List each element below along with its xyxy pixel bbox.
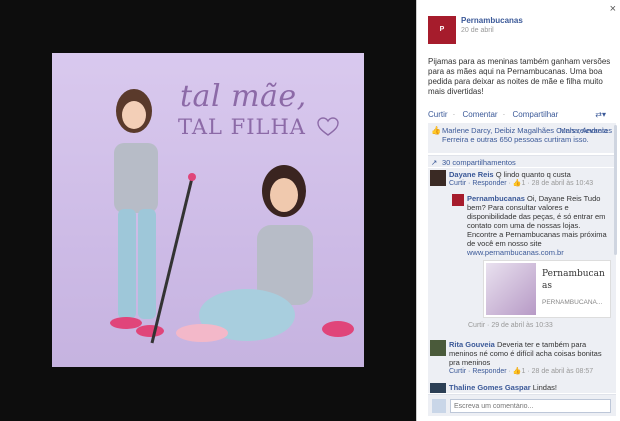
close-icon[interactable]: × — [610, 3, 616, 15]
comment-author[interactable]: Dayane Reis — [449, 170, 494, 179]
link-preview-card[interactable]: Pernambucan as PERNAMBUCANA... — [483, 260, 611, 318]
post-text: Pijamas para as meninas também ganham ve… — [428, 57, 611, 96]
avatar[interactable] — [430, 170, 446, 186]
avatar — [432, 399, 446, 413]
comment-link[interactable]: www.pernambucanas.com.br — [467, 248, 612, 257]
avatar[interactable] — [430, 383, 446, 393]
comment-item: Thaline Gomes Gaspar Lindas! — [430, 383, 610, 393]
post-date[interactable]: 20 de abril — [461, 27, 494, 34]
thumbs-up-icon: 👍 — [431, 126, 441, 135]
separator-dot: · — [452, 110, 456, 119]
link-preview-image — [486, 263, 536, 315]
comment-author[interactable]: Pernambucanas — [467, 194, 525, 203]
link-preview-domain: PERNAMBUCANA... — [542, 299, 603, 306]
comment-meta[interactable]: Curtir · 29 de abril às 10:33 — [468, 322, 553, 329]
comment-time[interactable]: 28 de abril às 08:57 — [532, 368, 594, 375]
comment-text: Lindas! — [532, 383, 557, 392]
options-icon[interactable]: ⇄▾ — [595, 110, 606, 119]
comment-text: Q lindo quanto q custa — [495, 170, 571, 179]
avatar[interactable] — [452, 194, 464, 206]
comment-composer — [428, 394, 616, 416]
link-preview-title: Pernambucan — [542, 269, 605, 279]
link-preview-title-cont: as — [542, 281, 552, 291]
comment-like-count: 1 — [521, 368, 526, 375]
avatar[interactable] — [430, 340, 446, 356]
post-actions: Curtir · Comentar · Compartilhar — [428, 110, 563, 119]
like-link[interactable]: Curtir — [428, 110, 448, 119]
comment-author[interactable]: Thaline Gomes Gaspar — [449, 383, 531, 392]
post-sidebar: × P Pernambucanas 20 de abril Pijamas pa… — [416, 0, 620, 421]
photo-area: tal mãe, TAL FILHA — [0, 0, 415, 421]
comment-meta: Curtir · Responder · 👍1 · 28 de abril às… — [449, 180, 594, 187]
facebook-photo-viewer: tal mãe, TAL FILHA × P Pernambucanas 20 … — [0, 0, 620, 421]
shares-count[interactable]: 30 compartilhamentos — [442, 158, 516, 167]
comment-meta: Curtir · Responder · 👍1 · 28 de abril às… — [449, 368, 594, 375]
likes-summary: 👍 Marlene Darcy, Deibiz Magalhães Cunha,… — [428, 123, 616, 153]
comment-item: Dayane Reis Q lindo quanto q custa Curti… — [430, 170, 610, 188]
share-count-icon: ↗ — [431, 158, 438, 167]
comment-reply: Pernambucanas Oi, Dayane Reis Tudo bem? … — [452, 194, 612, 257]
comment-actions[interactable]: Curtir · Responder — [449, 180, 507, 187]
comment-item: Rita Gouveia Deveria ter e também para m… — [430, 340, 610, 376]
comments-list: Dayane Reis Q lindo quanto q custa Curti… — [428, 168, 616, 393]
photo-people — [110, 89, 354, 344]
shares-row[interactable]: ↗ 30 compartilhamentos — [428, 155, 616, 167]
post-photo[interactable]: tal mãe, TAL FILHA — [52, 53, 364, 367]
comment-input[interactable] — [450, 399, 611, 413]
separator-dot: · — [502, 110, 506, 119]
sidebar-scrollbar[interactable] — [614, 125, 617, 255]
comment-like-count: 1 — [521, 180, 526, 187]
sort-relevant-dropdown[interactable]: Mais relevantes — [559, 126, 612, 135]
comment-actions[interactable]: Curtir · Responder — [449, 368, 507, 375]
page-name-link[interactable]: Pernambucanas — [461, 16, 523, 25]
comment-text: Oi, Dayane Reis Tudo bem? Para consultar… — [467, 194, 607, 248]
comment-time[interactable]: 28 de abril às 10:43 — [532, 180, 594, 187]
comment-link[interactable]: Comentar — [462, 110, 497, 119]
share-link[interactable]: Compartilhar — [513, 110, 559, 119]
comment-author[interactable]: Rita Gouveia — [449, 340, 495, 349]
page-avatar[interactable]: P — [428, 16, 456, 44]
